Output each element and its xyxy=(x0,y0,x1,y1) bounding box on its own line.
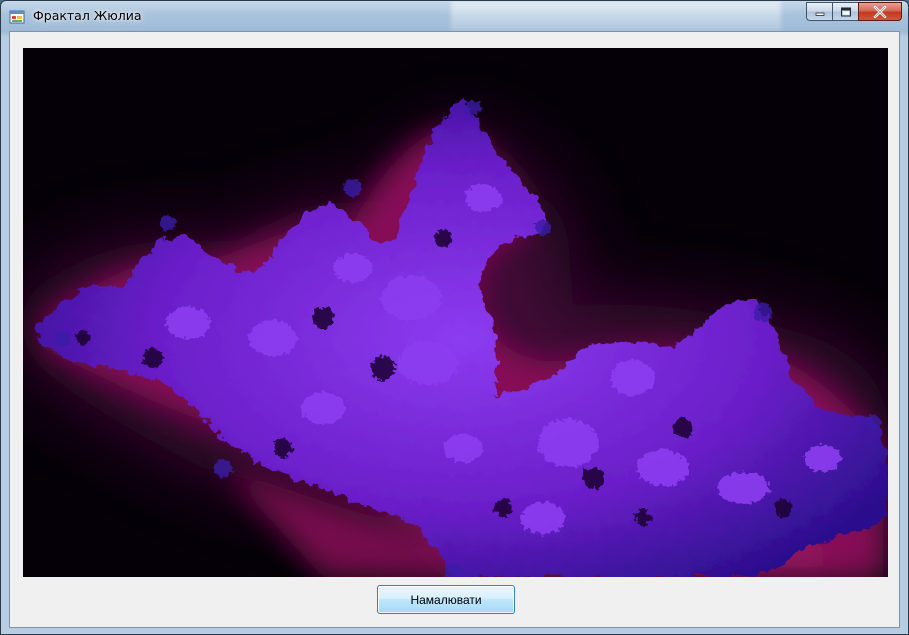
window-title: Фрактал Жюлиа xyxy=(33,8,142,23)
minimize-button[interactable] xyxy=(806,2,832,21)
title-bar-glass xyxy=(451,1,781,31)
minimize-icon xyxy=(815,12,824,16)
julia-fractal-image xyxy=(23,48,888,577)
form-client-area: Намалювати xyxy=(9,31,900,628)
maximize-icon xyxy=(840,7,851,16)
main-window: Фрактал Жюлиа Намалювати xyxy=(0,0,909,635)
fractal-canvas[interactable] xyxy=(23,48,888,577)
caption-buttons xyxy=(806,2,902,22)
title-bar[interactable]: Фрактал Жюлиа xyxy=(1,1,908,31)
maximize-button[interactable] xyxy=(832,2,858,21)
draw-button[interactable]: Намалювати xyxy=(377,585,515,614)
close-icon xyxy=(873,5,887,18)
close-button[interactable] xyxy=(858,2,902,21)
app-window-icon[interactable] xyxy=(9,9,25,25)
